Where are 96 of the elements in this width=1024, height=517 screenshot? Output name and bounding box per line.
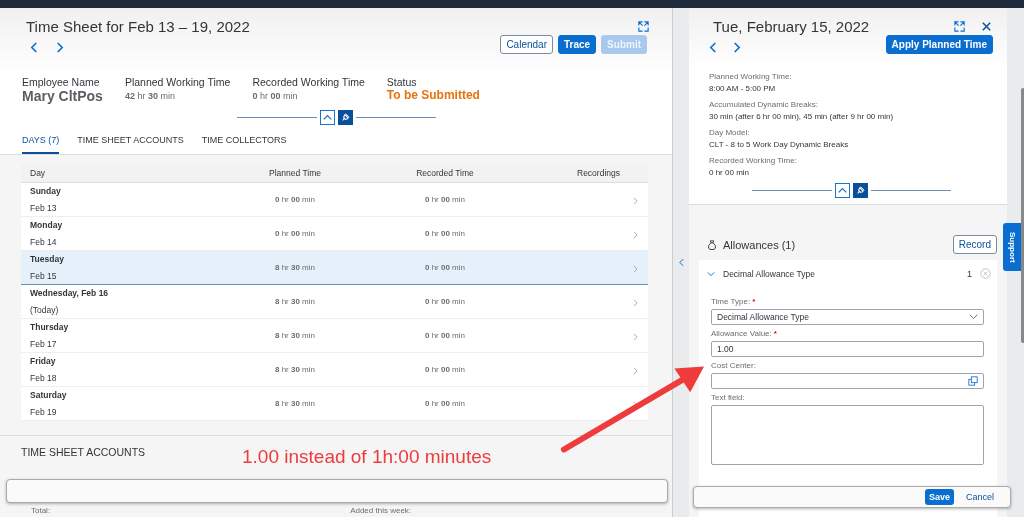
recorded-time: 0 hr 00 min [423, 365, 466, 374]
planned-time: 8 hr 30 min [273, 331, 316, 340]
pin-icon[interactable] [337, 110, 353, 125]
recorded-time: 0 hr 00 min [423, 195, 466, 204]
section-title: TIME SHEET ACCOUNTS [21, 446, 146, 458]
planned-time: 0 hr 00 min [273, 195, 316, 204]
detail-label: Accumulated Dynamic Breaks: [709, 100, 819, 109]
tab[interactable]: TIME SHEET ACCOUNTS [77, 131, 184, 154]
summary-label: Recorded Working Time [252, 76, 365, 88]
recorded-time: 0 hr 00 min [423, 331, 466, 340]
chevron-right-icon [633, 230, 638, 239]
expand-icon[interactable] [637, 20, 650, 33]
account-label: Total: [31, 506, 51, 515]
day-name: Friday [30, 356, 57, 366]
status-value: To be Submitted [386, 88, 480, 102]
detail-label: Planned Working Time: [709, 72, 793, 81]
column-header: Recordings [576, 167, 621, 178]
value-help-icon[interactable] [968, 376, 978, 386]
allowances-title: Allowances (1) [723, 238, 796, 251]
field-label: Time Type: * [711, 297, 757, 306]
planned-time: 8 hr 30 min [273, 399, 316, 408]
recorded-time: 0 hr 00 min [423, 263, 466, 272]
planned-time: 8 hr 30 min [273, 263, 316, 272]
chevron-right-icon [633, 196, 638, 205]
footer-button[interactable]: Cancel [962, 489, 998, 505]
tab[interactable]: DAYS (7) [22, 131, 60, 154]
day-date: Feb 14 [30, 237, 58, 247]
summary-label: Employee Name [22, 76, 101, 88]
header-button[interactable]: Trace [557, 35, 597, 54]
day-name: Monday [30, 220, 64, 230]
employee-name: Mary CltPos [22, 88, 103, 104]
table-row[interactable]: Tuesday Feb 15 8 hr 30 min 0 hr 00 min [21, 251, 648, 285]
scrollbar[interactable] [1021, 88, 1024, 343]
detail-value: 30 min (after 6 hr 00 min), 45 min (after 9 hr 00 min) [709, 112, 895, 121]
recorded-time: 0 hr 00 min [423, 229, 466, 238]
day-name: Sunday [30, 186, 62, 196]
day-name: Saturday [30, 390, 68, 400]
collapse-icon[interactable] [834, 183, 850, 198]
column-header: Planned Time [268, 167, 322, 178]
previous-icon[interactable] [709, 41, 718, 54]
pin-icon[interactable] [852, 183, 868, 198]
day-date: (Today) [30, 305, 60, 315]
field-label: Allowance Value: * [711, 329, 778, 338]
day-date: Feb 13 [30, 203, 58, 213]
allowance-title: Decimal Allowance Type [723, 268, 816, 279]
field-label: Cost Center: [711, 361, 757, 370]
money-bag-icon [707, 238, 717, 251]
recorded-time: 0 hr 00 min [423, 399, 466, 408]
detail-value: 8:00 AM - 5:00 PM [709, 84, 777, 93]
previous-icon[interactable] [30, 41, 39, 54]
day-date: Feb 15 [30, 271, 58, 281]
footer-button[interactable]: Save [924, 489, 954, 505]
column-header: Recorded Time [415, 167, 475, 178]
field-label: Text field: [711, 393, 746, 402]
next-icon[interactable] [732, 41, 741, 54]
cost-center-field[interactable] [711, 373, 984, 389]
header-button[interactable]: Calendar [500, 35, 553, 54]
allowance-value-field[interactable]: 1.00 [711, 341, 984, 357]
chevron-right-icon [633, 264, 638, 273]
day-name: Tuesday [30, 254, 65, 264]
next-icon[interactable] [55, 41, 64, 54]
summary-label: Planned Working Time [124, 76, 231, 88]
planned-time: 0 hr 00 min [273, 229, 316, 238]
day-date: Feb 18 [30, 373, 58, 383]
tab[interactable]: TIME COLLECTORS [201, 131, 287, 154]
account-label: Added this week: [350, 506, 412, 515]
chevron-right-icon [633, 298, 638, 307]
time-type-dropdown[interactable]: Decimal Allowance Type [711, 309, 984, 325]
record-button[interactable]: Record [952, 235, 997, 254]
planned-time: 8 hr 30 min [273, 365, 316, 374]
detail-value: CLT - 8 to 5 Work Day Dynamic Breaks [709, 140, 850, 149]
close-icon[interactable] [980, 20, 993, 33]
column-header: Day [29, 167, 47, 178]
collapse-icon[interactable] [319, 110, 335, 125]
allowance-count: 1 [967, 268, 972, 279]
expand-icon[interactable] [953, 20, 966, 33]
page-title: Time Sheet for Feb 13 – 19, 2022 [25, 18, 250, 35]
duration-value: 42 hr 30 min [124, 91, 176, 101]
chevron-right-icon [633, 366, 638, 375]
recorded-time: 0 hr 00 min [423, 297, 466, 306]
detail-label: Day Model: [709, 128, 751, 137]
day-name: Thursday [30, 322, 70, 332]
detail-title: Tue, February 15, 2022 [712, 18, 870, 35]
day-date: Feb 17 [30, 339, 58, 349]
apply-planned-time-button[interactable]: Apply Planned Time [885, 35, 993, 54]
duration-value: 0 hr 00 min [252, 91, 299, 101]
chevron-left-icon[interactable] [678, 258, 684, 267]
detail-label: Recorded Working Time: [709, 156, 798, 165]
detail-value: 0 hr 00 min [709, 168, 751, 177]
day-name: Wednesday, Feb 16 [30, 288, 110, 298]
day-date: Feb 19 [30, 407, 58, 417]
summary-label: Status [386, 76, 418, 88]
planned-time: 8 hr 30 min [273, 297, 316, 306]
annotation-text: 1.00 instead of 1h:00 minutes [242, 446, 492, 468]
chevron-right-icon [633, 332, 638, 341]
text-area[interactable] [711, 405, 984, 465]
